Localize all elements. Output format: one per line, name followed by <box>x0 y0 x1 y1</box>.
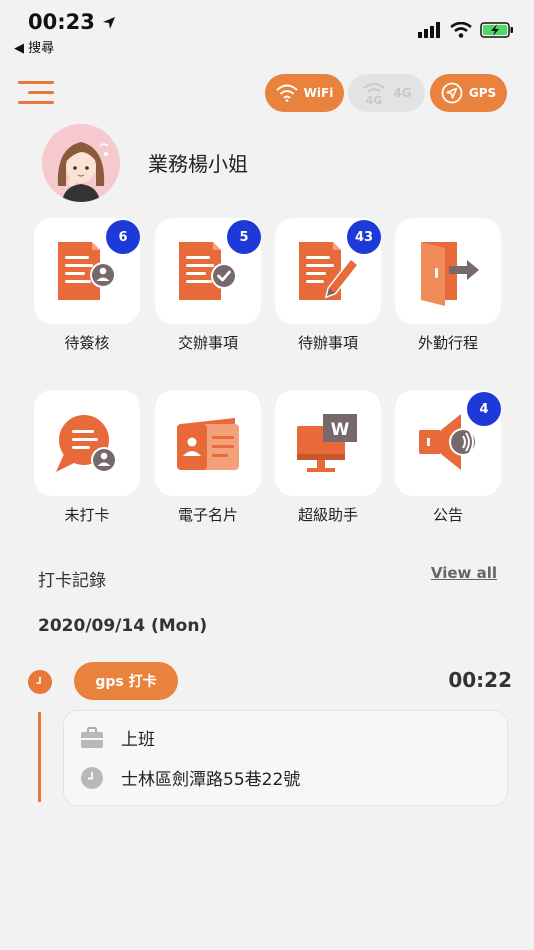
tile-label: 未打卡 <box>64 506 110 524</box>
tile-label: 交辦事項 <box>177 334 238 352</box>
badge-count: 43 <box>347 220 381 254</box>
address-text: 士林區劍潭路55巷22號 <box>121 770 301 790</box>
girl-avatar-illustration <box>42 124 120 202</box>
wifi-icon <box>275 84 298 102</box>
avatar[interactable] <box>42 124 120 202</box>
svg-text:4G: 4G <box>366 94 383 105</box>
gps-label: GPS <box>468 86 497 100</box>
tile-label: 待辦事項 <box>297 334 358 352</box>
computer-monitor-icon: W <box>297 414 357 472</box>
shift-label: 上班 <box>121 730 155 750</box>
tile-business-card[interactable] <box>155 390 261 496</box>
menu-button[interactable] <box>18 80 54 106</box>
status-time: 00:23 <box>28 10 116 34</box>
status-bar: 00:23 ◀ 搜尋 <box>0 0 534 60</box>
clock-marker-icon <box>28 670 52 694</box>
tile-assigned-tasks[interactable]: 5 <box>155 218 261 324</box>
navigation-icon <box>441 82 463 104</box>
battery-charging-icon <box>480 22 513 38</box>
wifi-signal-icon <box>450 22 472 38</box>
shift-row: 上班 <box>80 725 155 750</box>
user-name: 業務楊小姐 <box>148 152 248 176</box>
tile-label: 公告 <box>432 506 463 524</box>
gps-punch-chip[interactable]: gps 打卡 <box>74 662 178 700</box>
4g-status-pill[interactable]: 4G 4G <box>348 74 425 112</box>
tile-label: 外勤行程 <box>417 334 478 352</box>
wifi-status-pill[interactable]: WiFi <box>265 74 344 112</box>
address-row: 士林區劍潭路55巷22號 <box>80 765 300 790</box>
tile-super-assistant[interactable]: W <box>275 390 381 496</box>
svg-text:W: W <box>331 420 350 440</box>
view-all-link[interactable]: View all <box>431 564 497 582</box>
tile-pending-approval[interactable]: 6 <box>34 218 140 324</box>
section-title: 打卡記錄 <box>38 571 106 591</box>
cellular-signal-icon <box>418 22 440 38</box>
tile-label: 電子名片 <box>177 506 238 524</box>
gps-status-pill[interactable]: GPS <box>430 74 507 112</box>
badge-count: 4 <box>467 392 501 426</box>
4g-signal-icon: 4G <box>363 83 385 105</box>
location-arrow-icon <box>103 17 116 29</box>
timeline-line <box>38 712 41 802</box>
chat-bubble-user-icon <box>56 415 117 473</box>
tile-field-schedule[interactable] <box>395 218 501 324</box>
briefcase-icon <box>81 726 103 748</box>
business-card-icon <box>177 418 239 470</box>
status-icons <box>418 22 514 38</box>
clock-icon <box>81 766 103 789</box>
4g-label: 4G <box>393 86 412 100</box>
record-time: 00:22 <box>448 668 512 692</box>
back-to-search[interactable]: ◀ 搜尋 <box>14 37 54 56</box>
tile-todo[interactable]: 43 <box>275 218 381 324</box>
status-time-text: 00:23 <box>28 10 95 34</box>
badge-count: 5 <box>227 220 261 254</box>
exit-door-icon <box>421 242 479 306</box>
tile-missed-checkin[interactable] <box>34 390 140 496</box>
wifi-label: WiFi <box>303 86 334 100</box>
record-date: 2020/09/14 (Mon) <box>38 616 208 636</box>
tile-label: 超級助手 <box>297 506 358 524</box>
record-card[interactable]: 上班 士林區劍潭路55巷22號 <box>63 710 508 806</box>
badge-count: 6 <box>106 220 140 254</box>
tile-announcement[interactable]: 4 <box>395 390 501 496</box>
tile-label: 待簽核 <box>64 334 110 352</box>
